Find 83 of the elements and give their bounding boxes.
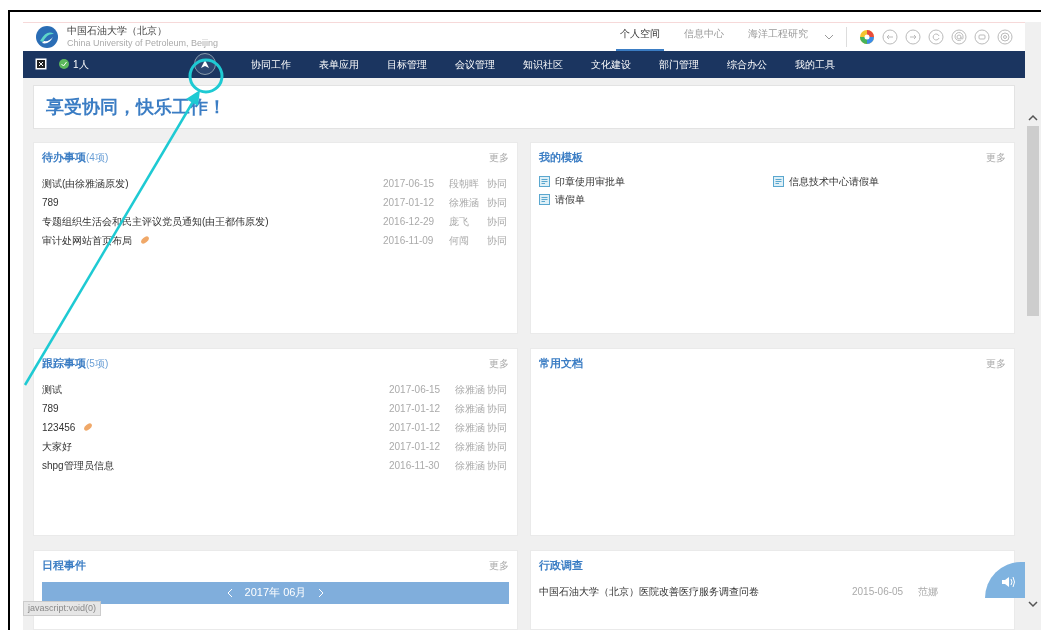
item-type: 协同	[487, 233, 508, 248]
nav-item[interactable]: 目标管理	[386, 56, 427, 72]
date-text: 2017-01-12	[389, 439, 442, 454]
scroll-up-icon[interactable]	[1028, 114, 1038, 122]
person-name: 徐雅涵	[455, 458, 486, 473]
nav-item[interactable]: 我的工具	[794, 56, 835, 72]
nav-item[interactable]: 文化建设	[590, 56, 631, 72]
item-type: 协同	[487, 439, 508, 454]
date-text: 2017-06-15	[389, 382, 442, 397]
date-text: 2016-11-30	[389, 458, 441, 473]
item-type: 协同	[487, 195, 508, 210]
form-icon	[539, 193, 550, 205]
date-text: 2017-01-12	[389, 420, 442, 435]
panel-title[interactable]: 行政调查	[539, 557, 583, 574]
list-item-title[interactable]: 789	[42, 400, 59, 416]
panel-title[interactable]: 待办事项	[42, 149, 86, 166]
at-sign-icon[interactable]	[951, 28, 967, 45]
template-link[interactable]: 信息技术中心请假单	[788, 173, 879, 189]
calendar-month: 2017年 06月	[244, 585, 307, 601]
nav-item[interactable]: 综合办公	[726, 56, 767, 72]
date-text: 2016-11-09	[383, 233, 435, 248]
item-type: 协同	[487, 176, 508, 191]
back-icon[interactable]	[882, 28, 898, 45]
person-name: 徐雅涵	[455, 401, 486, 416]
date-text: 2016-12-29	[383, 214, 436, 229]
nav-item[interactable]: 表单应用	[318, 56, 359, 72]
check-icon	[59, 59, 69, 70]
template-link[interactable]: 请假单	[555, 191, 585, 207]
scroll-down-icon[interactable]	[1028, 600, 1038, 608]
item-type: 协同	[487, 382, 508, 397]
person-name: 何闯	[449, 233, 470, 248]
settings-icon[interactable]	[997, 28, 1013, 45]
person-name: 徐雅涵	[449, 195, 480, 210]
previous-icon[interactable]	[226, 587, 233, 598]
person-name: 徐雅涵	[455, 420, 486, 435]
person-name: 段朝晖	[449, 176, 480, 191]
item-type: 协同	[487, 401, 508, 416]
up-arrow-icon	[199, 59, 210, 70]
list-item-title[interactable]: shpg管理员信息	[42, 457, 114, 473]
form-icon	[772, 175, 784, 187]
item-type: 协同	[487, 458, 508, 473]
university-subtitle: China University of Petroleum, Beijing	[67, 38, 219, 48]
template-link[interactable]: 印章使用审批单	[555, 173, 625, 189]
university-name: 中国石油大学（北京）	[67, 25, 168, 36]
online-count: 1人	[73, 57, 89, 72]
person-name: 徐雅涵	[455, 382, 486, 397]
speaker-icon	[1001, 576, 1017, 588]
scrollbar-thumb[interactable]	[1027, 126, 1039, 316]
highlight-circle	[188, 58, 224, 94]
next-icon[interactable]	[318, 587, 325, 598]
nav-item[interactable]: 部门管理	[658, 56, 699, 72]
circle-icon[interactable]	[974, 28, 990, 45]
list-item-title[interactable]: 789	[42, 194, 59, 210]
date-text: 2017-01-12	[389, 401, 442, 416]
list-item-title[interactable]: 测试(由徐雅涵原发)	[42, 175, 129, 191]
date-text: 2017-01-12	[383, 195, 436, 210]
date-text: 2015-06-05	[852, 584, 905, 599]
form-icon	[539, 175, 550, 187]
item-type: 协同	[487, 420, 508, 435]
color-wheel-icon[interactable]	[859, 28, 875, 45]
list-item-title[interactable]: 123456	[42, 419, 76, 435]
status-bar-url: javascript:void(0)	[23, 601, 102, 616]
person-name: 庞飞	[449, 214, 470, 229]
person-name: 范娜	[918, 584, 939, 599]
nav-item[interactable]: 会议管理	[454, 56, 495, 72]
panel-title[interactable]: 常用文档	[539, 355, 583, 372]
chevron-down-icon[interactable]	[824, 32, 834, 41]
nav-item[interactable]: 协同工作	[250, 56, 291, 72]
refresh-icon[interactable]	[928, 28, 944, 45]
panel-title[interactable]: 日程事件	[42, 557, 86, 574]
nav-item[interactable]: 知识社区	[522, 56, 563, 72]
item-type: 协同	[487, 214, 508, 229]
item-count: (4项)	[86, 151, 109, 165]
panel-title[interactable]: 跟踪事项	[42, 355, 86, 372]
list-item-title[interactable]: 中国石油大学（北京）医院改善医疗服务调查问卷	[539, 583, 759, 599]
forward-icon[interactable]	[905, 28, 921, 45]
person-name: 徐雅涵	[455, 439, 486, 454]
list-item-title[interactable]: 测试	[42, 381, 62, 397]
list-item-title[interactable]: 大家好	[42, 438, 72, 454]
close-icon[interactable]	[35, 58, 47, 71]
panel-title[interactable]: 我的模板	[539, 149, 583, 166]
date-text: 2017-06-15	[383, 176, 436, 191]
item-count: (5项)	[86, 357, 109, 371]
